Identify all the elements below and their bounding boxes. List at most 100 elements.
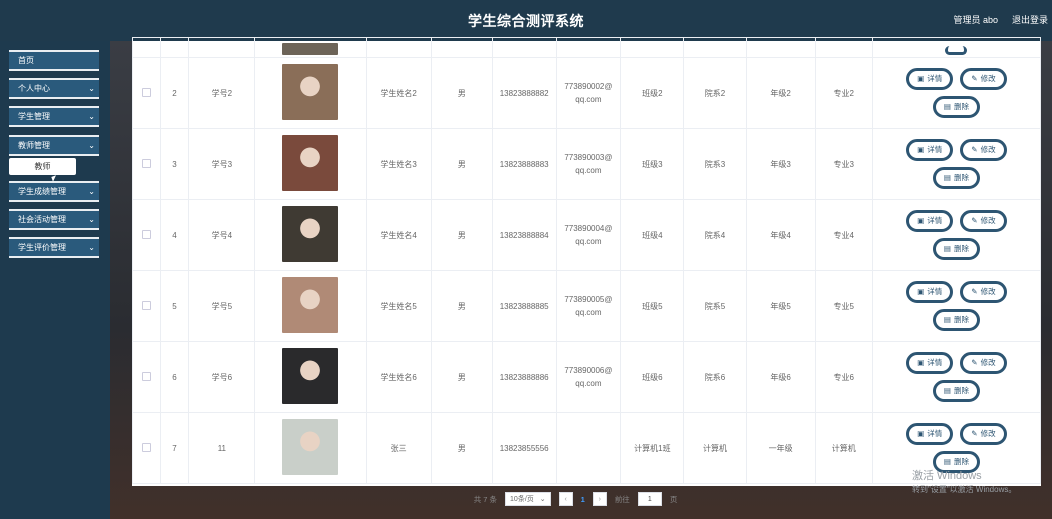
current-page[interactable]: 1 (581, 495, 585, 504)
cell-dept: 院系3 (683, 128, 747, 200)
cell-email: 773890006@qq.com (555, 341, 622, 413)
sidebar-item-label: 学生评价管理 (18, 243, 66, 252)
pagination: 共 7 条 10条/页 ⌄ ‹ 1 › 前往 1 页 (110, 489, 1041, 509)
trash-icon: ▤ (943, 457, 951, 467)
row-actions: ▣ 详情 ✎ 修改 ▤ 删除 (901, 210, 1011, 260)
student-photo (282, 348, 339, 404)
cell-dept: 计算机 (683, 412, 747, 484)
detail-button[interactable]: ▣ 详情 (906, 423, 954, 445)
student-photo (282, 64, 339, 120)
edit-button[interactable]: ✎ 修改 (960, 68, 1007, 90)
cell-name: 学生姓名2 (365, 57, 432, 129)
detail-button[interactable]: ▣ 详情 (906, 139, 954, 161)
row-checkbox[interactable] (141, 87, 151, 97)
cell-sex: 男 (430, 199, 493, 271)
pencil-icon: ✎ (971, 358, 978, 368)
row-checkbox[interactable] (141, 300, 151, 310)
table-row[interactable]: 2 学号2 学生姓名2 男 13823888882 773890002@qq.com 班级2… (132, 57, 1042, 129)
pencil-icon: ✎ (971, 287, 978, 297)
row-checkbox[interactable] (141, 158, 151, 168)
detail-button[interactable]: ▣ 详情 (906, 68, 954, 90)
sidebar-subitem-teacher[interactable]: 教师 (9, 158, 76, 175)
delete-button[interactable] (945, 46, 968, 55)
email-text: 773890003@qq.com (564, 153, 613, 175)
student-photo (282, 206, 339, 262)
document-icon: ▣ (917, 287, 925, 297)
row-checkbox[interactable] (141, 371, 151, 381)
sidebar-item-label: 个人中心 (18, 84, 50, 93)
delete-button[interactable]: ▤ 删除 (932, 167, 980, 189)
cell-name: 张三 (365, 412, 432, 484)
logout-link[interactable]: 退出登录 (1012, 13, 1048, 26)
cell-phone: 13823888885 (491, 270, 557, 342)
cell-dept: 院系2 (683, 57, 747, 129)
cell-dept: 院系5 (683, 270, 747, 342)
table-row[interactable]: 6 学号6 学生姓名6 男 13823888886 773890006@qq.com 班级6… (132, 341, 1042, 413)
detail-button[interactable]: ▣ 详情 (906, 210, 954, 232)
sidebar-item-5[interactable]: 社会活动管理 ⌄ (9, 209, 99, 230)
row-actions: ▣ 详情 ✎ 修改 ▤ 删除 (901, 352, 1011, 402)
next-page-button[interactable]: › (592, 492, 607, 506)
chevron-down-icon: ⌄ (88, 141, 95, 150)
chevron-left-icon: ‹ (564, 495, 567, 503)
edit-button-label: 修改 (980, 145, 996, 155)
cell-dept: 院系4 (683, 199, 747, 271)
detail-button[interactable]: ▣ 详情 (906, 352, 954, 374)
cell-major: 专业2 (814, 57, 873, 129)
delete-button-label: 删除 (953, 386, 969, 396)
cell-index: 7 (159, 412, 190, 484)
prev-page-button[interactable]: ‹ (558, 492, 573, 506)
main-content: 2 学号2 学生姓名2 男 13823888882 773890002@qq.com 班级2… (110, 37, 1052, 519)
row-checkbox[interactable] (141, 229, 151, 239)
detail-button[interactable]: ▣ 详情 (906, 281, 954, 303)
delete-button[interactable]: ▤ 删除 (932, 309, 980, 331)
user-label[interactable]: 管理员 abo (953, 13, 998, 26)
sidebar-item-label: 学生管理 (18, 112, 50, 121)
edit-button[interactable]: ✎ 修改 (960, 281, 1007, 303)
cell-actions: ▣ 详情 ✎ 修改 ▤ 删除 (871, 128, 1042, 200)
cell-email: 773890005@qq.com (555, 270, 622, 342)
table-row[interactable]: 3 学号3 学生姓名3 男 13823888883 773890003@qq.com 班级3… (132, 128, 1042, 200)
pagination-total: 共 7 条 (473, 494, 498, 504)
watermark-line1: 激活 Windows (912, 470, 982, 482)
sidebar-item-0[interactable]: 首页 (9, 50, 99, 71)
cell-email: 773890003@qq.com (555, 128, 622, 200)
top-navbar: 学生综合测评系统 管理员 abo 退出登录 (0, 0, 1052, 41)
sidebar-item-6[interactable]: 学生评价管理 ⌄ (9, 237, 99, 258)
trash-icon: ▤ (943, 386, 951, 396)
top-right-actions: 管理员 abo 退出登录 (953, 13, 1048, 26)
table-row[interactable]: 4 学号4 学生姓名4 男 13823888884 773890004@qq.com 班级4… (132, 199, 1042, 271)
sidebar-item-3[interactable]: 教师管理 ⌄ (9, 135, 99, 156)
edit-button[interactable]: ✎ 修改 (960, 139, 1007, 161)
sidebar-item-2[interactable]: 学生管理 ⌄ (9, 106, 99, 127)
document-icon: ▣ (917, 74, 925, 84)
pencil-icon: ✎ (971, 145, 978, 155)
edit-button[interactable]: ✎ 修改 (960, 352, 1007, 374)
delete-button[interactable]: ▤ 删除 (932, 380, 980, 402)
goto-page-input[interactable]: 1 (637, 492, 662, 506)
cell-email: 773890002@qq.com (555, 57, 622, 129)
windows-watermark: 激活 Windows 转到"设置"以激活 Windows。 (912, 469, 1016, 497)
detail-button-label: 详情 (927, 74, 943, 84)
edit-button[interactable]: ✎ 修改 (960, 210, 1007, 232)
row-checkbox[interactable] (141, 442, 151, 452)
student-photo (282, 277, 339, 333)
edit-button[interactable]: ✎ 修改 (960, 423, 1007, 445)
row-actions: ▣ 详情 ✎ 修改 ▤ 删除 (901, 281, 1011, 331)
page-size-select[interactable]: 10条/页 ⌄ (505, 492, 551, 506)
edit-button-label: 修改 (980, 216, 996, 226)
delete-button[interactable]: ▤ 删除 (932, 238, 980, 260)
cell-student-no: 11 (188, 412, 256, 484)
sidebar-item-4[interactable]: 学生成绩管理 ⌄ (9, 181, 99, 202)
cell-grade: 年级6 (745, 341, 816, 413)
cell-sex: 男 (430, 412, 493, 484)
row-select-cell (132, 412, 161, 484)
sidebar: 首页 个人中心 ⌄ 学生管理 ⌄ 教师管理 ⌄ 学生成绩管理 ⌄ 社会活动管理 ⌄ 学生评价管理 ⌄ 教师 (0, 41, 110, 519)
table-row[interactable]: 5 学号5 学生姓名5 男 13823888885 773890005@qq.com 班级5… (132, 270, 1042, 342)
delete-button[interactable]: ▤ 删除 (932, 96, 980, 118)
sidebar-item-1[interactable]: 个人中心 ⌄ (9, 78, 99, 99)
trash-icon: ▤ (943, 244, 951, 254)
table-row[interactable]: 7 11 张三男 13823855556 计算机1班 计算机 一年级 计算机 ▣ 详情 ✎ 修改 ▤ 删除 (132, 412, 1042, 484)
cell-grade: 年级5 (745, 270, 816, 342)
pencil-icon: ✎ (971, 74, 978, 84)
